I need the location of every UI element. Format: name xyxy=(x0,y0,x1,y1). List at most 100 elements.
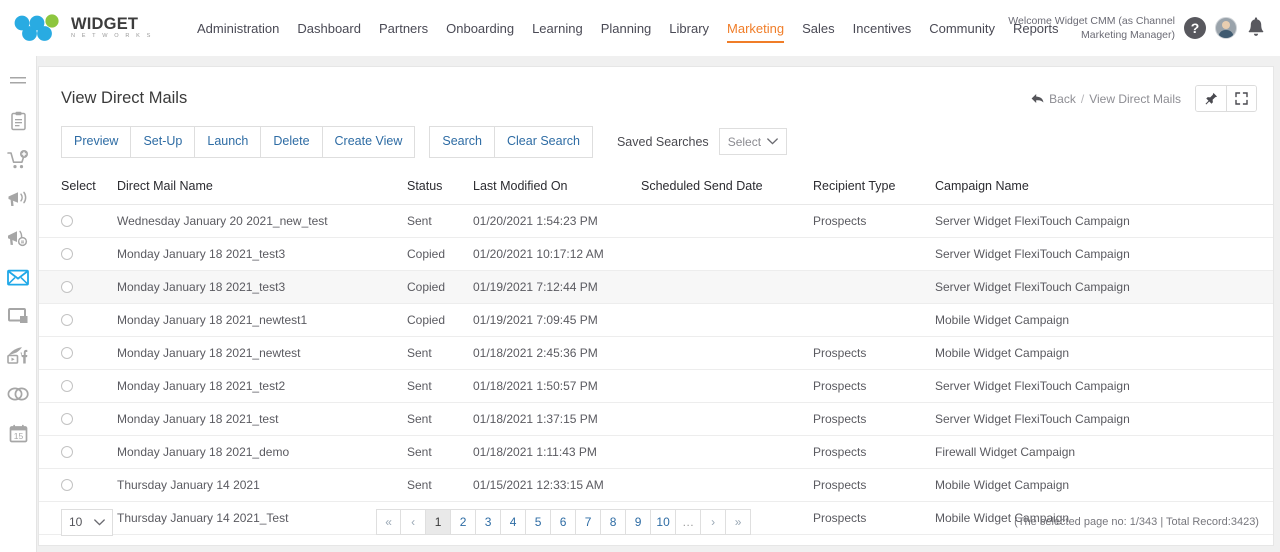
campaign-name-link[interactable]: Mobile Widget Campaign xyxy=(935,468,1273,502)
campaign-name-link[interactable]: Firewall Widget Campaign xyxy=(935,435,1273,469)
sidebar-item-megaphone[interactable] xyxy=(6,187,30,211)
pin-button[interactable] xyxy=(1196,86,1226,111)
campaign-name-link[interactable]: Mobile Widget Campaign xyxy=(935,303,1273,337)
launch-button[interactable]: Launch xyxy=(195,126,262,158)
direct-mail-name-link[interactable]: Wednesday January 20 2021_new_test xyxy=(117,204,407,238)
row-radio-button[interactable] xyxy=(61,445,73,458)
pagination-button-9[interactable]: 9 xyxy=(626,509,652,535)
fullscreen-expand-icon xyxy=(1235,92,1248,105)
nav-item-planning[interactable]: Planning xyxy=(592,0,661,56)
row-select-cell xyxy=(39,204,117,238)
sidebar-item-hamburger-menu[interactable] xyxy=(6,70,30,94)
sidebar-item-clipboard[interactable] xyxy=(6,109,30,133)
sidebar-item-social-media[interactable] xyxy=(6,343,30,367)
campaign-name-link[interactable]: Server Widget FlexiTouch Campaign xyxy=(935,402,1273,436)
nav-item-library[interactable]: Library xyxy=(660,0,718,56)
table-row[interactable]: Monday January 18 2021_test Sent 01/18/202… xyxy=(39,402,1273,436)
pagination-button-7[interactable]: 7 xyxy=(576,509,602,535)
direct-mail-name-link[interactable]: Monday January 18 2021_demo xyxy=(117,435,407,469)
nav-item-sales[interactable]: Sales xyxy=(793,0,844,56)
row-radio-button[interactable] xyxy=(61,280,73,293)
pagination-button-8[interactable]: 8 xyxy=(601,509,627,535)
table-row[interactable]: Wednesday January 20 2021_new_test Sent 01… xyxy=(39,204,1273,238)
sidebar-item-email[interactable] xyxy=(6,265,30,289)
campaign-name-link[interactable]: Server Widget FlexiTouch Campaign xyxy=(935,270,1273,304)
pagination-button-6[interactable]: 6 xyxy=(551,509,577,535)
pagination-button-1[interactable]: 1 xyxy=(426,509,452,535)
notification-bell-icon[interactable] xyxy=(1246,17,1266,39)
row-radio-button[interactable] xyxy=(61,214,73,227)
scheduled-send-date-cell xyxy=(641,237,813,271)
delete-button[interactable]: Delete xyxy=(261,126,323,158)
direct-mail-name-link[interactable]: Monday January 18 2021_test xyxy=(117,402,407,436)
clear-search-button[interactable]: Clear Search xyxy=(495,126,593,158)
campaign-name-link[interactable]: Server Widget FlexiTouch Campaign xyxy=(935,204,1273,238)
direct-mail-name-link[interactable]: Monday January 18 2021_newtest xyxy=(117,336,407,370)
pagination-button-5[interactable]: 5 xyxy=(526,509,552,535)
sidebar-item-display-banner[interactable] xyxy=(6,304,30,328)
campaign-name-link[interactable]: Mobile Widget Campaign xyxy=(935,336,1273,370)
breadcrumb-back[interactable]: Back xyxy=(1049,92,1076,106)
direct-mail-name-link[interactable]: Monday January 18 2021_newtest1 xyxy=(117,303,407,337)
brand-logo[interactable]: WIDGET N E T W O R K S xyxy=(0,14,170,42)
direct-mail-name-link[interactable]: Monday January 18 2021_test2 xyxy=(117,369,407,403)
last-modified-cell: 01/18/2021 1:11:43 PM xyxy=(473,435,641,469)
row-radio-button[interactable] xyxy=(61,346,73,359)
pagination-button-nav-13[interactable]: › xyxy=(701,509,727,535)
back-arrow-icon[interactable] xyxy=(1031,93,1044,104)
pagination-button-2[interactable]: 2 xyxy=(451,509,477,535)
pagination-button-nav-14[interactable]: » xyxy=(726,509,752,535)
campaign-name-link[interactable]: Server Widget FlexiTouch Campaign xyxy=(935,237,1273,271)
nav-item-administration[interactable]: Administration xyxy=(188,0,288,56)
direct-mail-name-link[interactable]: Monday January 18 2021_test3 xyxy=(117,237,407,271)
nav-item-incentives[interactable]: Incentives xyxy=(844,0,921,56)
create-view-button[interactable]: Create View xyxy=(322,126,416,158)
sidebar-item-calendar[interactable]: 15 xyxy=(6,421,30,445)
sidebar-item-link-chain[interactable] xyxy=(6,382,30,406)
left-sidebar: 15 xyxy=(0,56,37,552)
link-chain-icon xyxy=(7,387,29,401)
pagination-button-4[interactable]: 4 xyxy=(501,509,527,535)
nav-item-marketing[interactable]: Marketing xyxy=(718,0,793,56)
table-row[interactable]: Monday January 18 2021_newtest1 Copied 01/… xyxy=(39,303,1273,337)
pagination-button-10[interactable]: 10 xyxy=(651,509,677,535)
breadcrumb-current: View Direct Mails xyxy=(1089,91,1181,106)
nav-item-dashboard[interactable]: Dashboard xyxy=(288,0,370,56)
direct-mail-name-link[interactable]: Thursday January 14 2021 xyxy=(117,468,407,502)
nav-item-partners[interactable]: Partners xyxy=(370,0,437,56)
search-button[interactable]: Search xyxy=(429,126,495,158)
table-row[interactable]: Monday January 18 2021_demo Sent 01/18/202… xyxy=(39,435,1273,469)
action-toolbar: Preview Set-Up Launch Delete Create View Sea… xyxy=(39,112,1273,158)
sidebar-item-cart-plus[interactable] xyxy=(6,148,30,172)
table-row[interactable]: Monday January 18 2021_test3 Copied 01/19/… xyxy=(39,270,1273,304)
pagination-button-nav-1[interactable]: ‹ xyxy=(401,509,427,535)
row-radio-button[interactable] xyxy=(61,313,73,326)
campaign-name-link[interactable]: Server Widget FlexiTouch Campaign xyxy=(935,369,1273,403)
row-radio-button[interactable] xyxy=(61,379,73,392)
row-radio-button[interactable] xyxy=(61,412,73,425)
set-up-button[interactable]: Set-Up xyxy=(131,126,196,158)
table-row[interactable]: Monday January 18 2021_test2 Sent 01/18/20… xyxy=(39,369,1273,403)
table-row[interactable]: Monday January 18 2021_test3 Copied 01/20/… xyxy=(39,237,1273,271)
fullscreen-button[interactable] xyxy=(1226,86,1256,111)
saved-searches-select[interactable]: Select xyxy=(718,128,787,156)
pagination-button-dots-12[interactable]: … xyxy=(676,509,702,535)
last-modified-cell: 01/20/2021 1:54:23 PM xyxy=(473,204,641,238)
nav-item-learning[interactable]: Learning xyxy=(523,0,592,56)
page-size-select[interactable]: 10 xyxy=(61,508,113,536)
avatar[interactable] xyxy=(1215,17,1237,39)
table-row[interactable]: Monday January 18 2021_newtest Sent 01/18/… xyxy=(39,336,1273,370)
row-radio-button[interactable] xyxy=(61,247,73,260)
table-row[interactable]: Thursday January 14 2021 Sent 01/15/2021 1… xyxy=(39,468,1273,502)
pagination-button-3[interactable]: 3 xyxy=(476,509,502,535)
recipient-type-cell: Prospects xyxy=(813,369,935,403)
help-icon[interactable]: ? xyxy=(1184,17,1206,39)
sidebar-item-megaphone-badge[interactable] xyxy=(6,226,30,250)
recipient-type-cell xyxy=(813,270,935,304)
nav-item-onboarding[interactable]: Onboarding xyxy=(437,0,523,56)
direct-mail-name-link[interactable]: Monday January 18 2021_test3 xyxy=(117,270,407,304)
preview-button[interactable]: Preview xyxy=(61,126,132,158)
row-radio-button[interactable] xyxy=(61,478,73,491)
pagination-button-nav-0[interactable]: « xyxy=(376,509,402,535)
top-right-controls: Welcome Widget CMM (as Channel Marketing… xyxy=(985,0,1266,56)
